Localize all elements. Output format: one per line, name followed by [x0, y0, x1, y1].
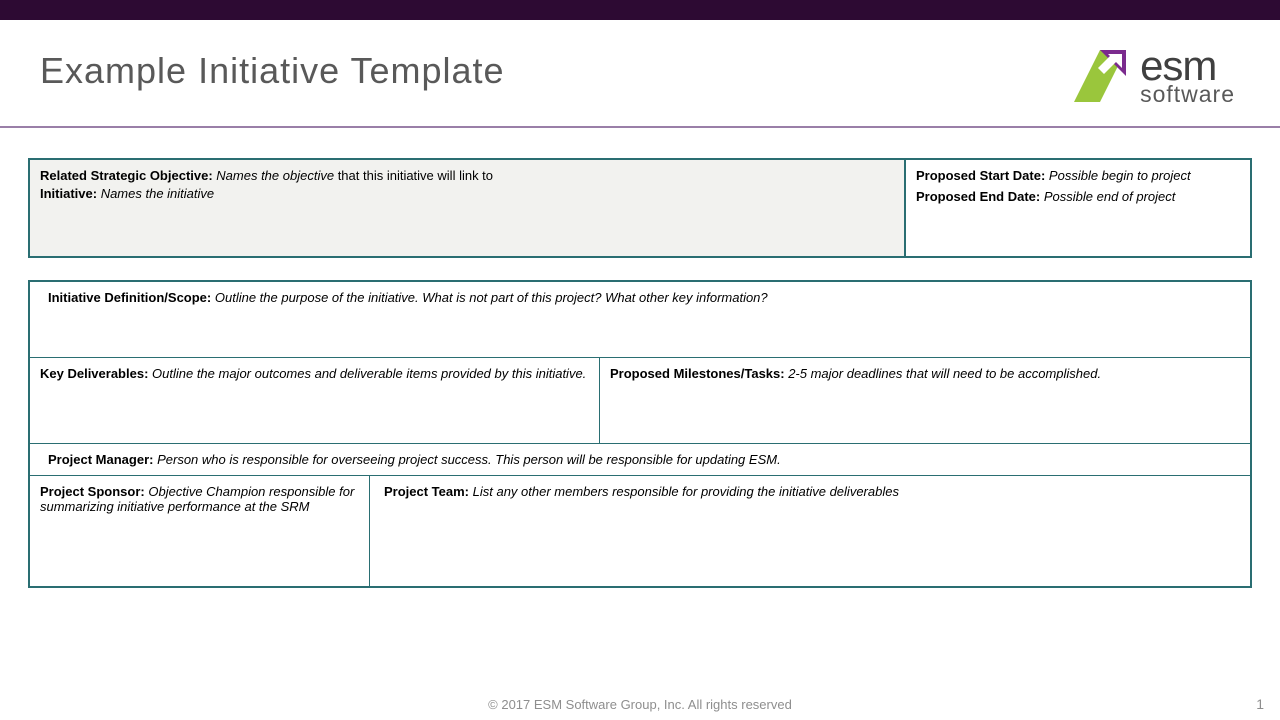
rso-value-a: Names the objective [216, 168, 337, 183]
rso-label: Related Strategic Objective: [40, 168, 216, 183]
footer-copyright: © 2017 ESM Software Group, Inc. All righ… [0, 697, 1280, 712]
start-value: Possible begin to project [1049, 168, 1191, 183]
pm-row: Project Manager: Person who is responsib… [30, 444, 1250, 476]
team-value: List any other members responsible for p… [473, 484, 899, 499]
logo: esm software [1068, 44, 1235, 108]
scope-row: Initiative Definition/Scope: Outline the… [30, 282, 1250, 358]
sponsor-label: Project Sponsor: [40, 484, 148, 499]
mt-label: Proposed Milestones/Tasks: [610, 366, 788, 381]
scope-value: Outline the purpose of the initiative. W… [215, 290, 768, 305]
summary-box: Related Strategic Objective: Names the o… [28, 158, 1252, 258]
end-label: Proposed End Date: [916, 189, 1044, 204]
rso-value-b: that this initiative will link to [338, 168, 493, 183]
milestones-cell: Proposed Milestones/Tasks: 2-5 major dea… [600, 358, 1250, 443]
kd-value: Outline the major outcomes and deliverab… [152, 366, 586, 381]
logo-text: esm software [1140, 49, 1235, 103]
summary-right: Proposed Start Date: Possible begin to p… [906, 160, 1250, 256]
details-box: Initiative Definition/Scope: Outline the… [28, 280, 1252, 588]
content: Related Strategic Objective: Names the o… [0, 128, 1280, 588]
team-cell: Project Team: List any other members res… [370, 476, 1250, 586]
bottom-row: Project Sponsor: Objective Champion resp… [30, 476, 1250, 586]
start-label: Proposed Start Date: [916, 168, 1049, 183]
header: Example Initiative Template esm software [0, 20, 1280, 118]
logo-text-software: software [1140, 85, 1235, 103]
key-deliverables-cell: Key Deliverables: Outline the major outc… [30, 358, 600, 443]
summary-left: Related Strategic Objective: Names the o… [30, 160, 906, 256]
initiative-label: Initiative: [40, 186, 101, 201]
team-label: Project Team: [384, 484, 473, 499]
logo-icon [1068, 44, 1132, 108]
kd-label: Key Deliverables: [40, 366, 152, 381]
deliverables-row: Key Deliverables: Outline the major outc… [30, 358, 1250, 444]
page-title: Example Initiative Template [40, 50, 505, 92]
logo-text-esm: esm [1140, 49, 1235, 83]
top-bar [0, 0, 1280, 20]
pm-value: Person who is responsible for overseeing… [157, 452, 781, 467]
scope-label: Initiative Definition/Scope: [48, 290, 215, 305]
end-value: Possible end of project [1044, 189, 1176, 204]
pm-label: Project Manager: [48, 452, 157, 467]
sponsor-cell: Project Sponsor: Objective Champion resp… [30, 476, 370, 586]
mt-value: 2-5 major deadlines that will need to be… [788, 366, 1101, 381]
initiative-value: Names the initiative [101, 186, 214, 201]
page-number: 1 [1256, 696, 1264, 712]
